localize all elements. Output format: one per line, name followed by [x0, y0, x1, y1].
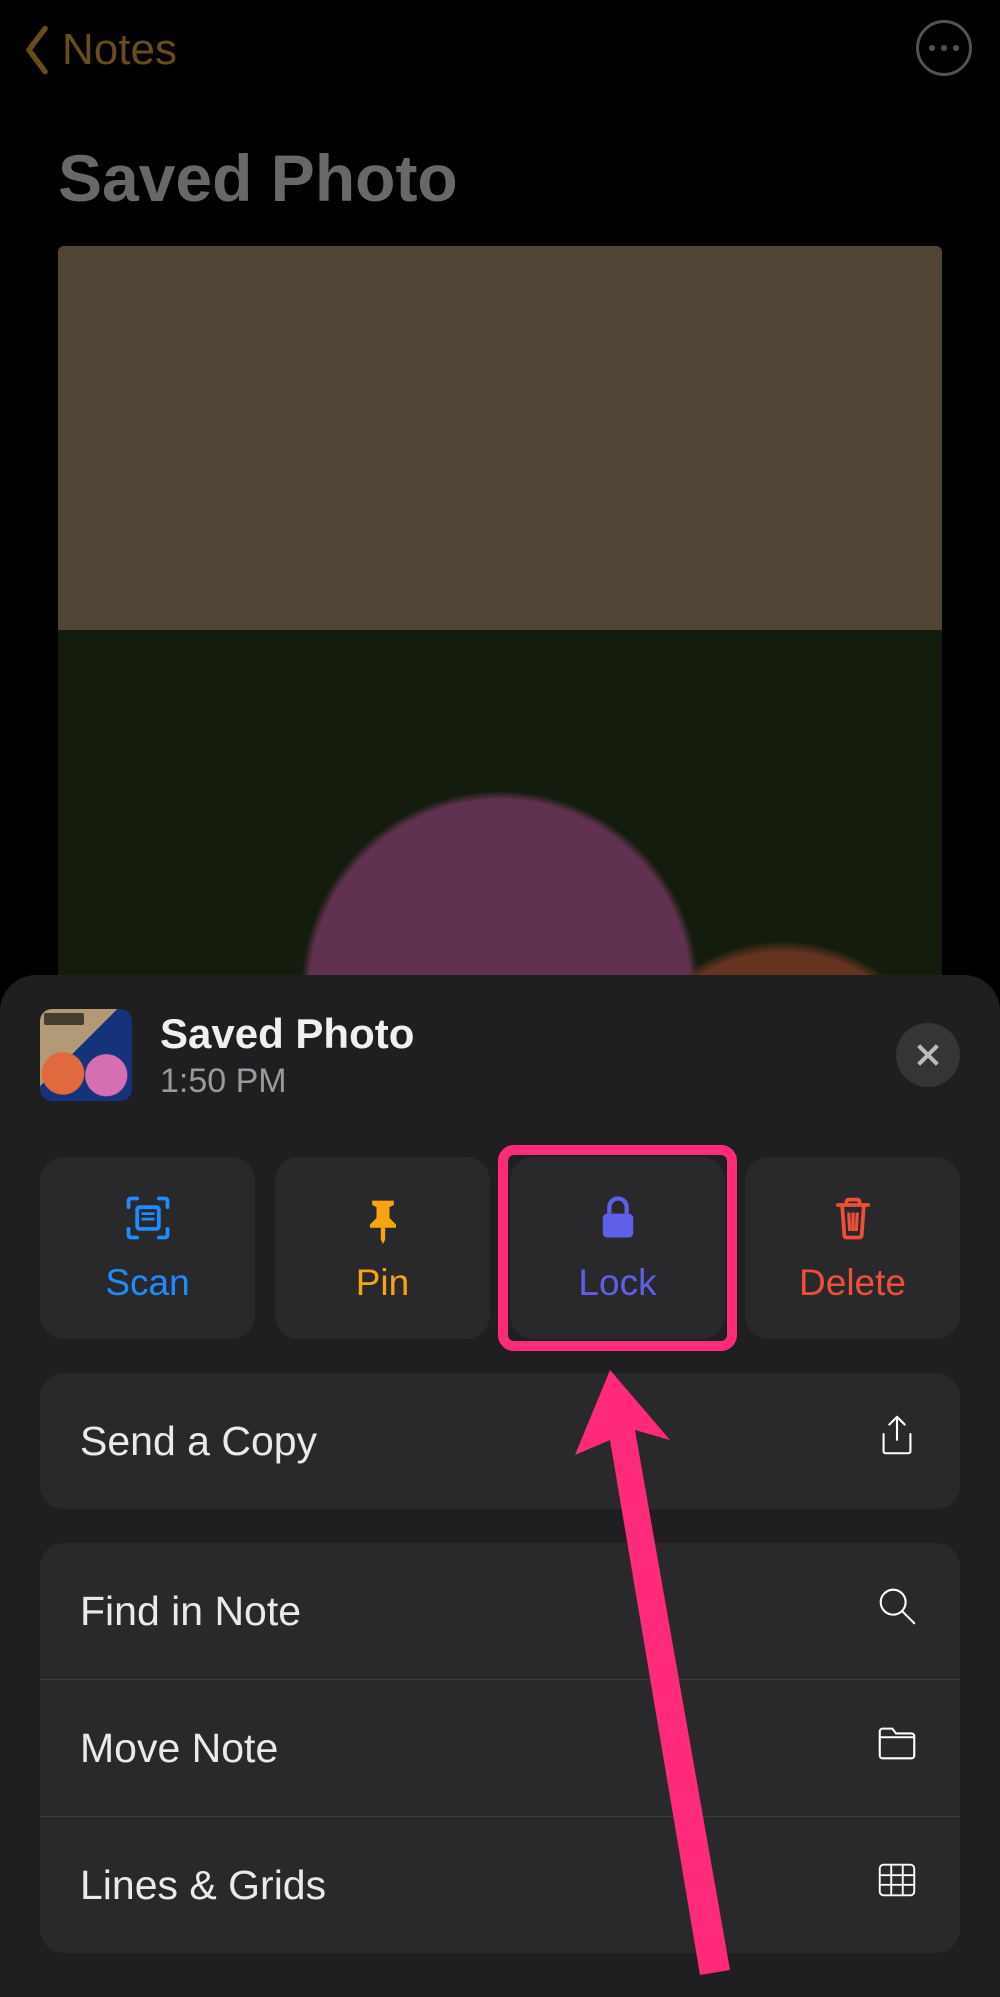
delete-label: Delete [799, 1262, 906, 1304]
send-copy-row[interactable]: Send a Copy [40, 1373, 960, 1509]
find-in-note-row[interactable]: Find in Note [40, 1543, 960, 1679]
note-title: Saved Photo [0, 100, 1000, 246]
action-sheet: Saved Photo 1:50 PM Scan Pin [0, 975, 1000, 1997]
more-button[interactable] [916, 20, 972, 76]
close-button[interactable] [896, 1023, 960, 1087]
move-note-row[interactable]: Move Note [40, 1679, 960, 1816]
lines-grids-row[interactable]: Lines & Grids [40, 1816, 960, 1953]
back-label: Notes [62, 25, 177, 75]
back-button[interactable]: Notes [20, 23, 177, 77]
list-group-1: Send a Copy [40, 1373, 960, 1509]
send-copy-label: Send a Copy [80, 1418, 317, 1465]
delete-button[interactable]: Delete [745, 1157, 960, 1339]
note-thumbnail [40, 1009, 132, 1101]
lines-grids-label: Lines & Grids [80, 1862, 326, 1909]
sheet-header: Saved Photo 1:50 PM [0, 975, 1000, 1129]
scan-label: Scan [105, 1262, 189, 1304]
sheet-title-block: Saved Photo 1:50 PM [160, 1010, 868, 1101]
list-group-2: Find in Note Move Note Lines & Grids [40, 1543, 960, 1953]
grid-icon [874, 1857, 920, 1913]
trash-icon [827, 1192, 879, 1244]
move-label: Move Note [80, 1725, 278, 1772]
lock-label: Lock [578, 1262, 656, 1304]
pin-button[interactable]: Pin [275, 1157, 490, 1339]
sheet-title: Saved Photo [160, 1010, 868, 1058]
scan-icon [122, 1192, 174, 1244]
scan-button[interactable]: Scan [40, 1157, 255, 1339]
annotation-highlight [498, 1145, 737, 1351]
pin-icon [357, 1192, 409, 1244]
search-icon [874, 1583, 920, 1639]
ellipsis-icon [929, 45, 959, 51]
sheet-subtitle: 1:50 PM [160, 1062, 868, 1101]
lock-icon [592, 1192, 644, 1244]
quick-actions: Scan Pin Lock Delete [0, 1129, 1000, 1373]
close-icon [914, 1041, 942, 1069]
share-icon [874, 1413, 920, 1469]
pin-label: Pin [356, 1262, 409, 1304]
chevron-left-icon [20, 23, 54, 77]
lock-button[interactable]: Lock [510, 1157, 725, 1339]
nav-bar: Notes [0, 0, 1000, 100]
folder-icon [874, 1720, 920, 1776]
find-label: Find in Note [80, 1588, 301, 1635]
